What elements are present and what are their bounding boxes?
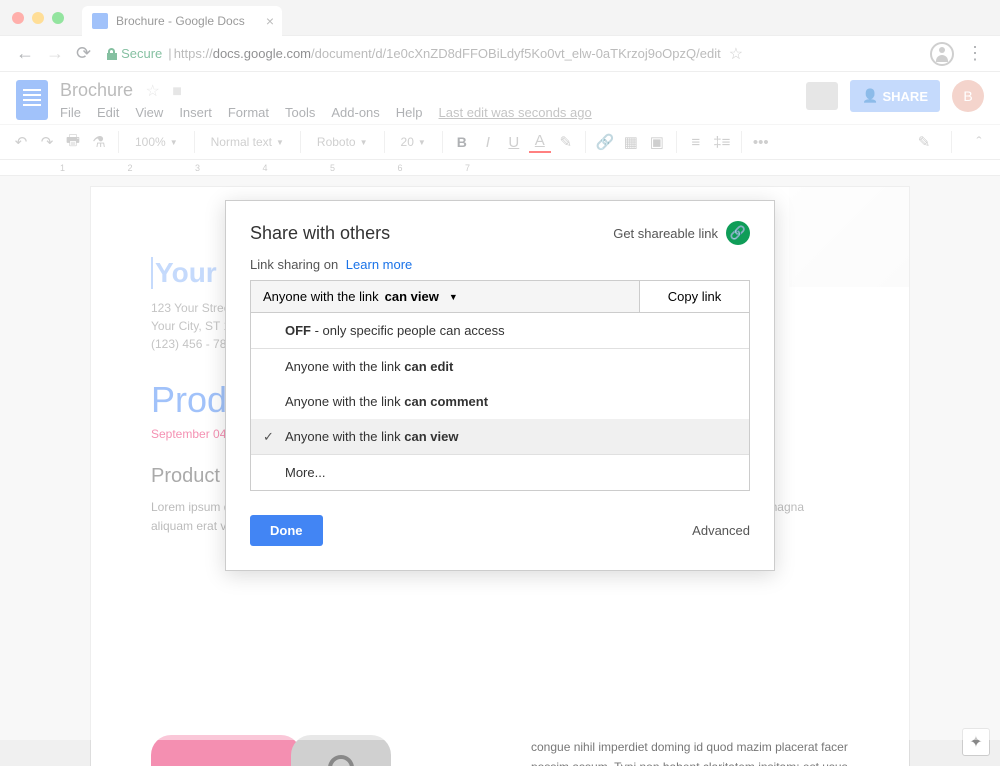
link-icon: 🔗 xyxy=(726,221,750,245)
option-more[interactable]: More... xyxy=(251,454,749,490)
get-shareable-link-button[interactable]: Get shareable link 🔗 xyxy=(613,221,750,245)
done-button[interactable]: Done xyxy=(250,515,323,546)
permission-options-list: OFF - only specific people can access An… xyxy=(250,313,750,491)
link-sharing-status: Link sharing on Learn more xyxy=(226,257,774,280)
option-can-edit[interactable]: Anyone with the link can edit xyxy=(251,349,749,384)
option-off[interactable]: OFF - only specific people can access xyxy=(251,313,749,349)
share-dialog: Share with others Get shareable link 🔗 L… xyxy=(225,200,775,571)
camera-icon xyxy=(328,755,354,766)
dialog-title: Share with others xyxy=(250,223,390,244)
option-can-view[interactable]: Anyone with the link can view xyxy=(251,419,749,454)
permission-dropdown[interactable]: Anyone with the link can view ▼ xyxy=(251,281,639,312)
option-can-comment[interactable]: Anyone with the link can comment xyxy=(251,384,749,419)
learn-more-link[interactable]: Learn more xyxy=(346,257,412,272)
dialog-overlay: Share with others Get shareable link 🔗 L… xyxy=(0,0,1000,740)
advanced-link[interactable]: Advanced xyxy=(692,523,750,538)
chevron-down-icon: ▼ xyxy=(449,292,458,302)
body-paragraph-right[interactable]: congue nihil imperdiet doming id quod ma… xyxy=(531,737,861,766)
copy-link-button[interactable]: Copy link xyxy=(639,281,749,312)
